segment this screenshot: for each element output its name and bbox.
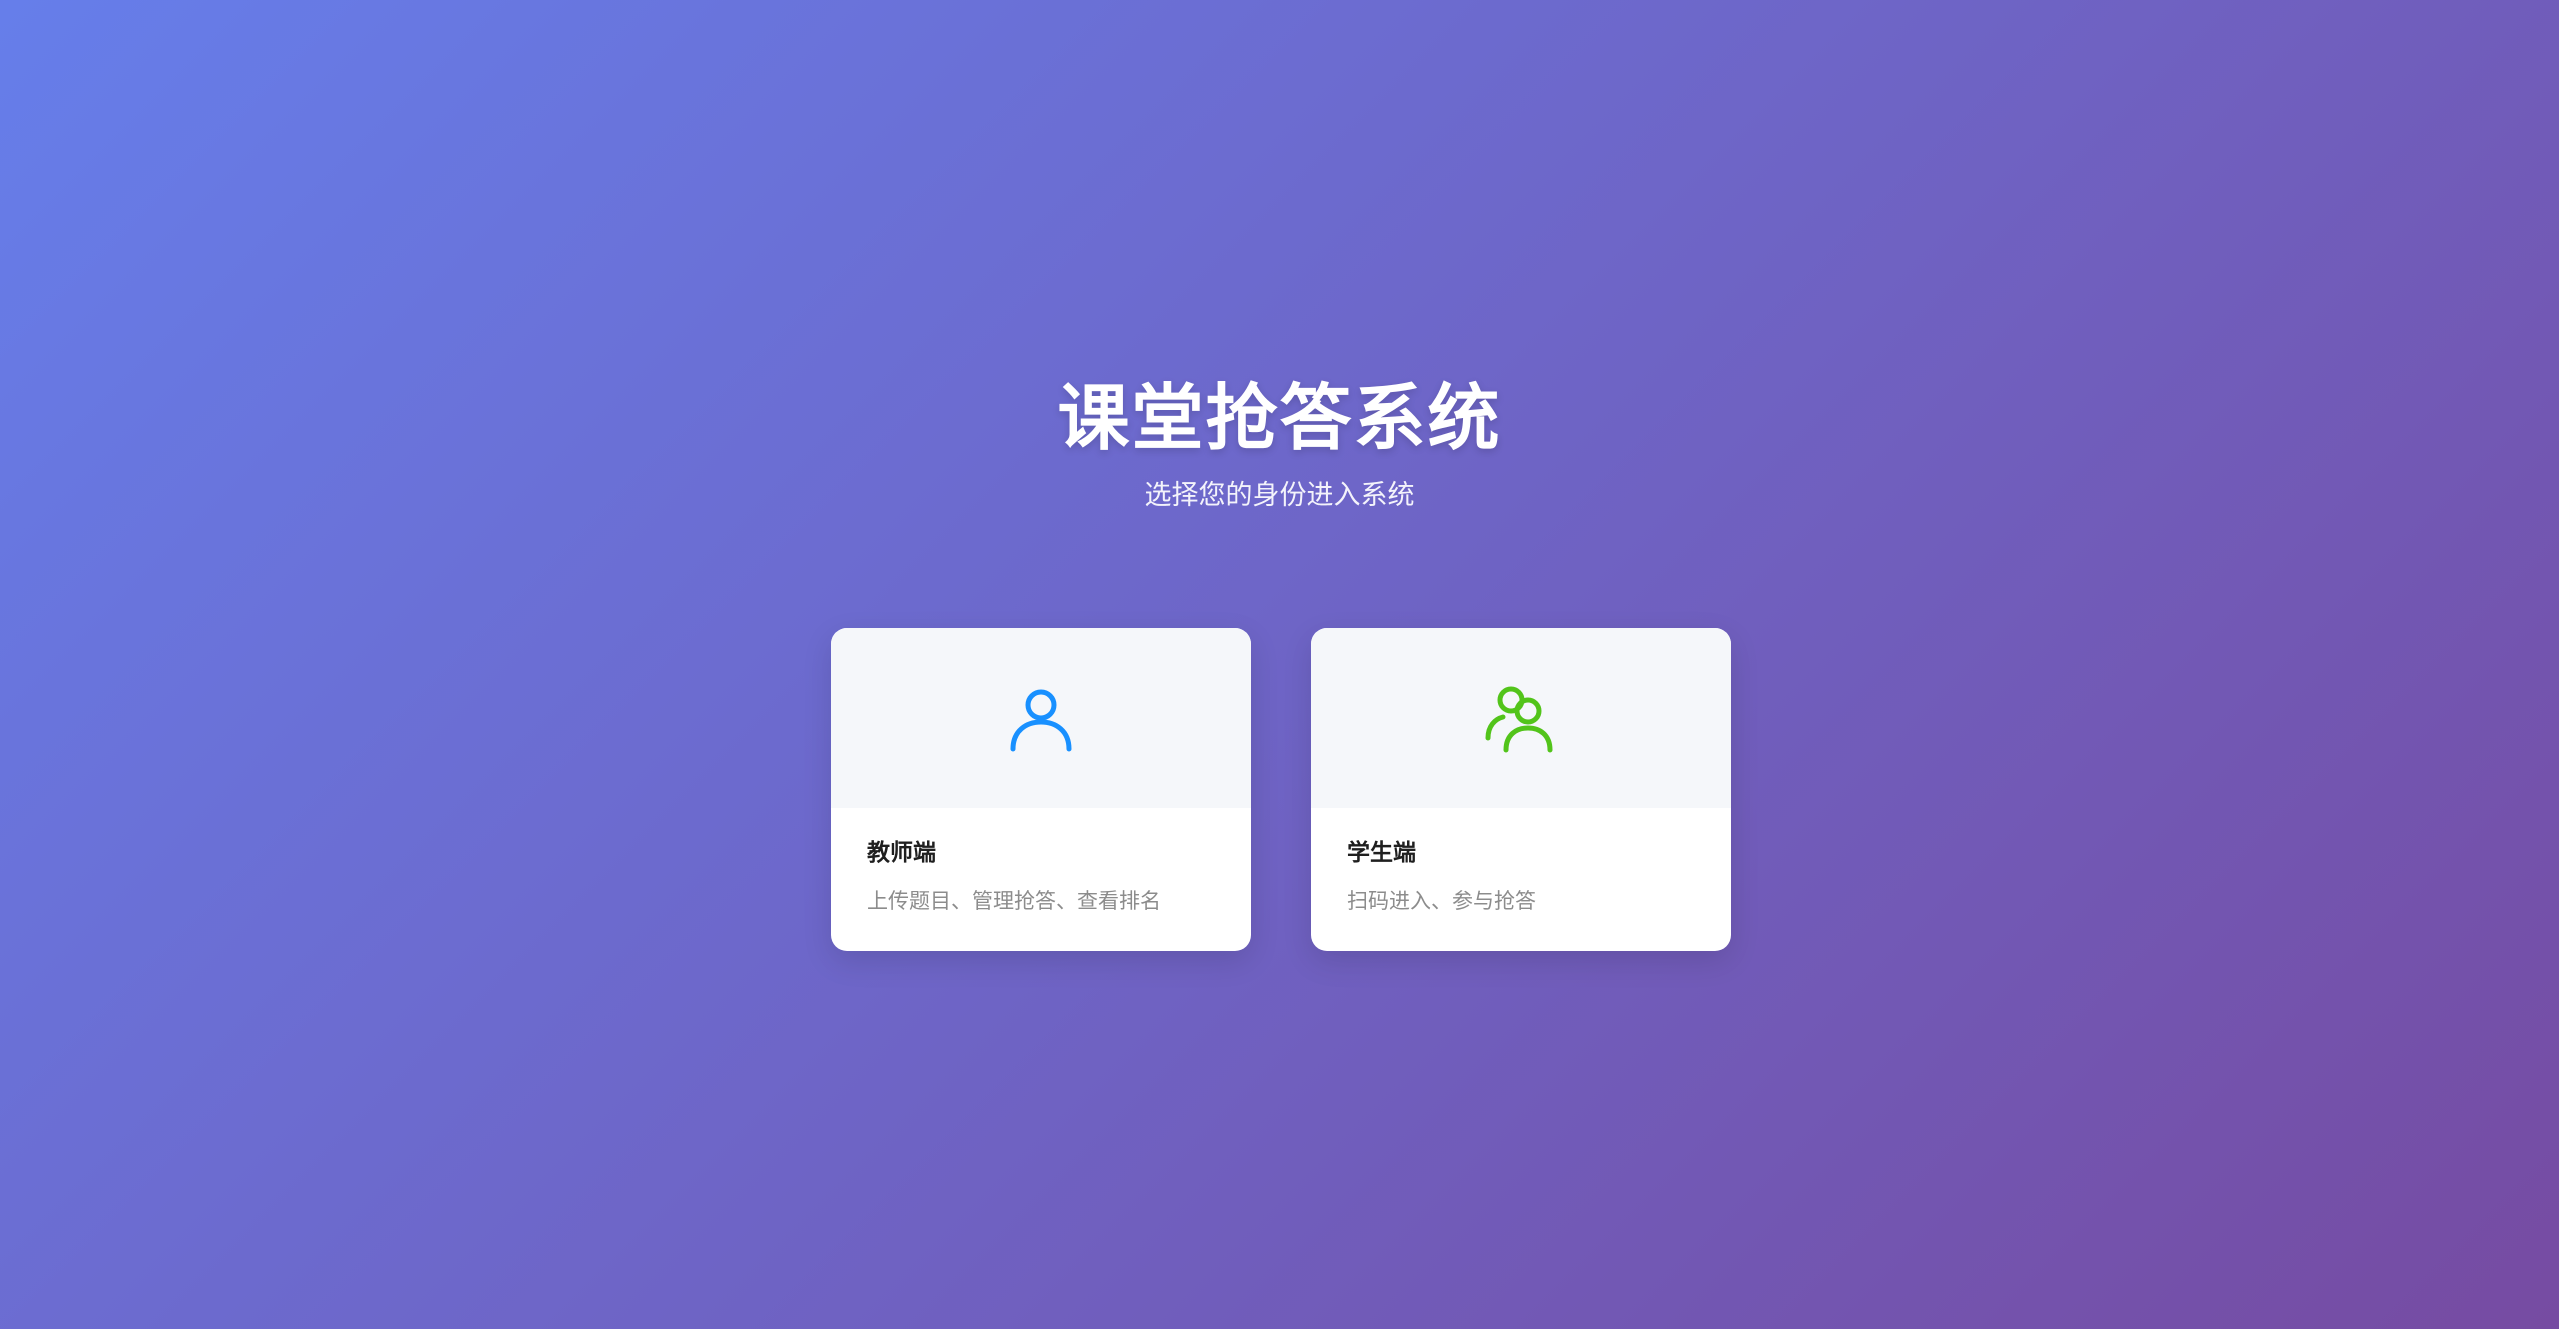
teacher-card[interactable]: 教师端 上传题目、管理抢答、查看排名 xyxy=(831,628,1251,951)
user-icon xyxy=(1001,678,1081,758)
page-subtitle: 选择您的身份进入系统 xyxy=(1144,480,1415,511)
page-title: 课堂抢答系统 xyxy=(1057,376,1502,460)
role-selection-page: 课堂抢答系统 选择您的身份进入系统 教师端 上传题目、管理抢答、查看排名 学生端… xyxy=(0,0,2559,1329)
student-card[interactable]: 学生端 扫码进入、参与抢答 xyxy=(1311,628,1731,951)
teacher-card-banner xyxy=(831,628,1251,808)
teacher-card-description: 上传题目、管理抢答、查看排名 xyxy=(867,889,1161,913)
student-card-description: 扫码进入、参与抢答 xyxy=(1347,889,1536,913)
student-card-title: 学生端 xyxy=(1347,840,1416,866)
teacher-card-title: 教师端 xyxy=(867,840,936,866)
student-card-banner xyxy=(1311,628,1731,808)
team-icon xyxy=(1481,678,1561,758)
